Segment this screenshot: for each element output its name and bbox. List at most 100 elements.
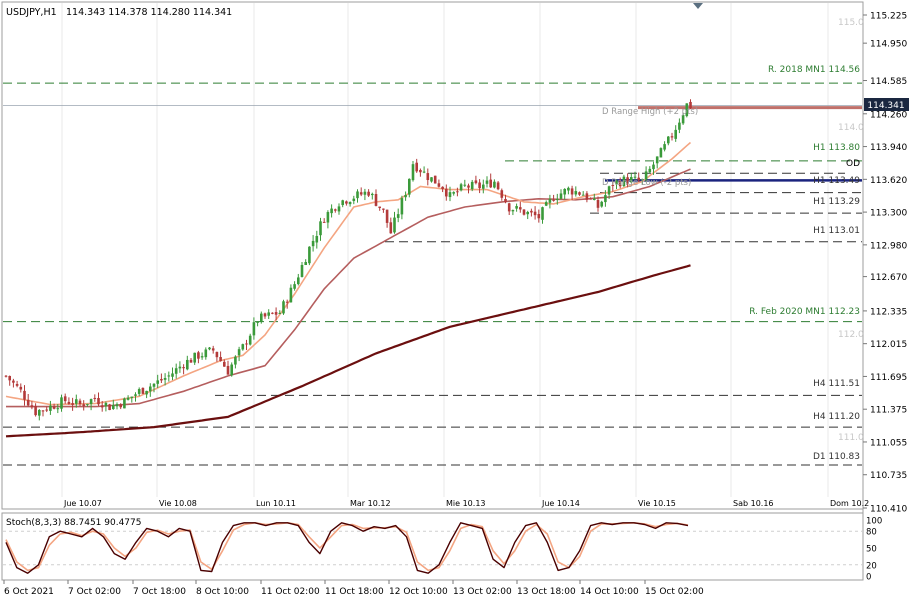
day-label: Vie 10.08 (159, 499, 197, 508)
candle-body (252, 322, 256, 336)
candle-body (371, 193, 374, 196)
candle-body (408, 178, 411, 195)
candle-body (248, 335, 252, 345)
candle-body (23, 390, 26, 400)
candle-body (378, 206, 381, 209)
drange-low-label: D Range Low (-2 pts) (602, 178, 691, 188)
candle-body (430, 177, 433, 182)
candle-body (197, 352, 200, 359)
y-tick-label: 110.410 (870, 505, 907, 515)
candle-body (156, 380, 159, 384)
candle-body (97, 397, 100, 405)
candle-body (382, 208, 385, 210)
stoch-tick-label: 0 (866, 573, 871, 583)
candle-body (189, 359, 193, 363)
x-tick-label: 7 Oct 18:00 (133, 587, 186, 597)
y-tick-label: 115.225 (870, 12, 907, 22)
watermark-111: 111.0 (838, 433, 864, 443)
x-tick-label: 6 Oct 2021 (4, 587, 54, 597)
candle-body (433, 175, 437, 184)
day-label: Mie 10.13 (446, 499, 486, 508)
candle-body (285, 301, 289, 303)
day-label: Mar 10.12 (350, 499, 391, 508)
candle-body (548, 198, 552, 203)
label-d1-110-83: D1 110.83 (813, 452, 860, 462)
candle-body (426, 173, 430, 181)
day-label: Jue 10.14 (541, 499, 580, 508)
price-axis: 115.225 114.950 114.585 114.260 113.940 113.6… (863, 12, 907, 515)
candle-body (145, 390, 148, 395)
candle-body (78, 400, 82, 405)
time-axis: 6 Oct 2021 7 Oct 02:00 7 Oct 18:00 8 Oct 10… (3, 580, 704, 597)
candle-body (348, 201, 352, 205)
candle-body (485, 180, 489, 184)
candle-body (341, 200, 344, 206)
candle-body (208, 347, 211, 350)
label-h4-111-51: H4 111.51 (813, 379, 860, 389)
y-tick-label: 114.585 (870, 77, 907, 87)
x-tick-label: 8 Oct 10:00 (196, 587, 249, 597)
candle-body (533, 211, 537, 216)
y-tick-label: 112.015 (870, 340, 907, 350)
candle-body (82, 404, 85, 406)
candle-body (126, 397, 130, 400)
label-rfeb2020: R. Feb 2020 MN1 112.23 (749, 307, 860, 317)
candle-body (104, 402, 108, 407)
candle-body (374, 194, 378, 206)
candle-body (537, 214, 541, 219)
candle-body (134, 394, 137, 396)
candle-body (60, 397, 63, 409)
candle-body (230, 364, 233, 376)
candle-body (519, 207, 522, 210)
candle-body (26, 399, 30, 406)
y-tick-label: 112.980 (870, 241, 907, 251)
candle-body (186, 359, 189, 370)
candle-body (41, 410, 45, 412)
x-tick-label: 11 Oct 18:00 (325, 587, 384, 597)
candle-body (63, 396, 67, 402)
candle-body (322, 221, 326, 223)
candle-body (174, 368, 178, 374)
candle-body (489, 179, 492, 188)
candle-body (437, 183, 441, 187)
candle-body (389, 222, 393, 234)
candle-body (178, 366, 182, 369)
y-tick-label: 113.940 (870, 143, 907, 153)
candle-body (163, 377, 167, 380)
candle-body (278, 312, 282, 314)
x-tick-label: 13 Oct 18:00 (517, 587, 576, 597)
candle-body (648, 168, 652, 173)
x-tick-label: 12 Oct 10:00 (389, 587, 448, 597)
y-tick-label: 110.735 (870, 471, 907, 481)
x-tick-label: 15 Oct 02:00 (645, 587, 704, 597)
x-tick-label: 7 Oct 02:00 (68, 587, 121, 597)
main-panel (1, 1, 864, 510)
candle-body (4, 375, 8, 377)
candle-body (404, 194, 407, 198)
candle-body (137, 389, 141, 394)
y-tick-label: 114.950 (870, 40, 907, 50)
candle-body (160, 378, 163, 381)
candle-body (400, 198, 404, 215)
candle-body (211, 348, 215, 351)
candle-body (600, 201, 603, 207)
candle-body (559, 193, 563, 199)
drange-high-label: D Range High (+2 pts) (602, 107, 698, 117)
label-h1-113-01: H1 113.01 (813, 226, 860, 236)
candle-body (581, 194, 585, 196)
candle-body (67, 401, 71, 404)
label-od: OD (846, 159, 860, 169)
candle-body (8, 375, 11, 381)
candle-body (667, 136, 670, 144)
candle-body (441, 186, 444, 190)
x-tick-label: 13 Oct 02:00 (453, 587, 512, 597)
candle-body (337, 206, 341, 212)
candle-body (589, 198, 592, 200)
usdjpy-chart: Jue 10.07 Vie 10.08 Lun 10.11 Mar 10.12 Mie … (1, 1, 909, 597)
candle-body (215, 351, 219, 358)
y-tick-label: 111.055 (870, 438, 907, 448)
candle-body (482, 184, 485, 189)
candle-body (356, 191, 359, 199)
candle-body (123, 398, 126, 409)
watermark-114: 114.0 (838, 123, 864, 133)
